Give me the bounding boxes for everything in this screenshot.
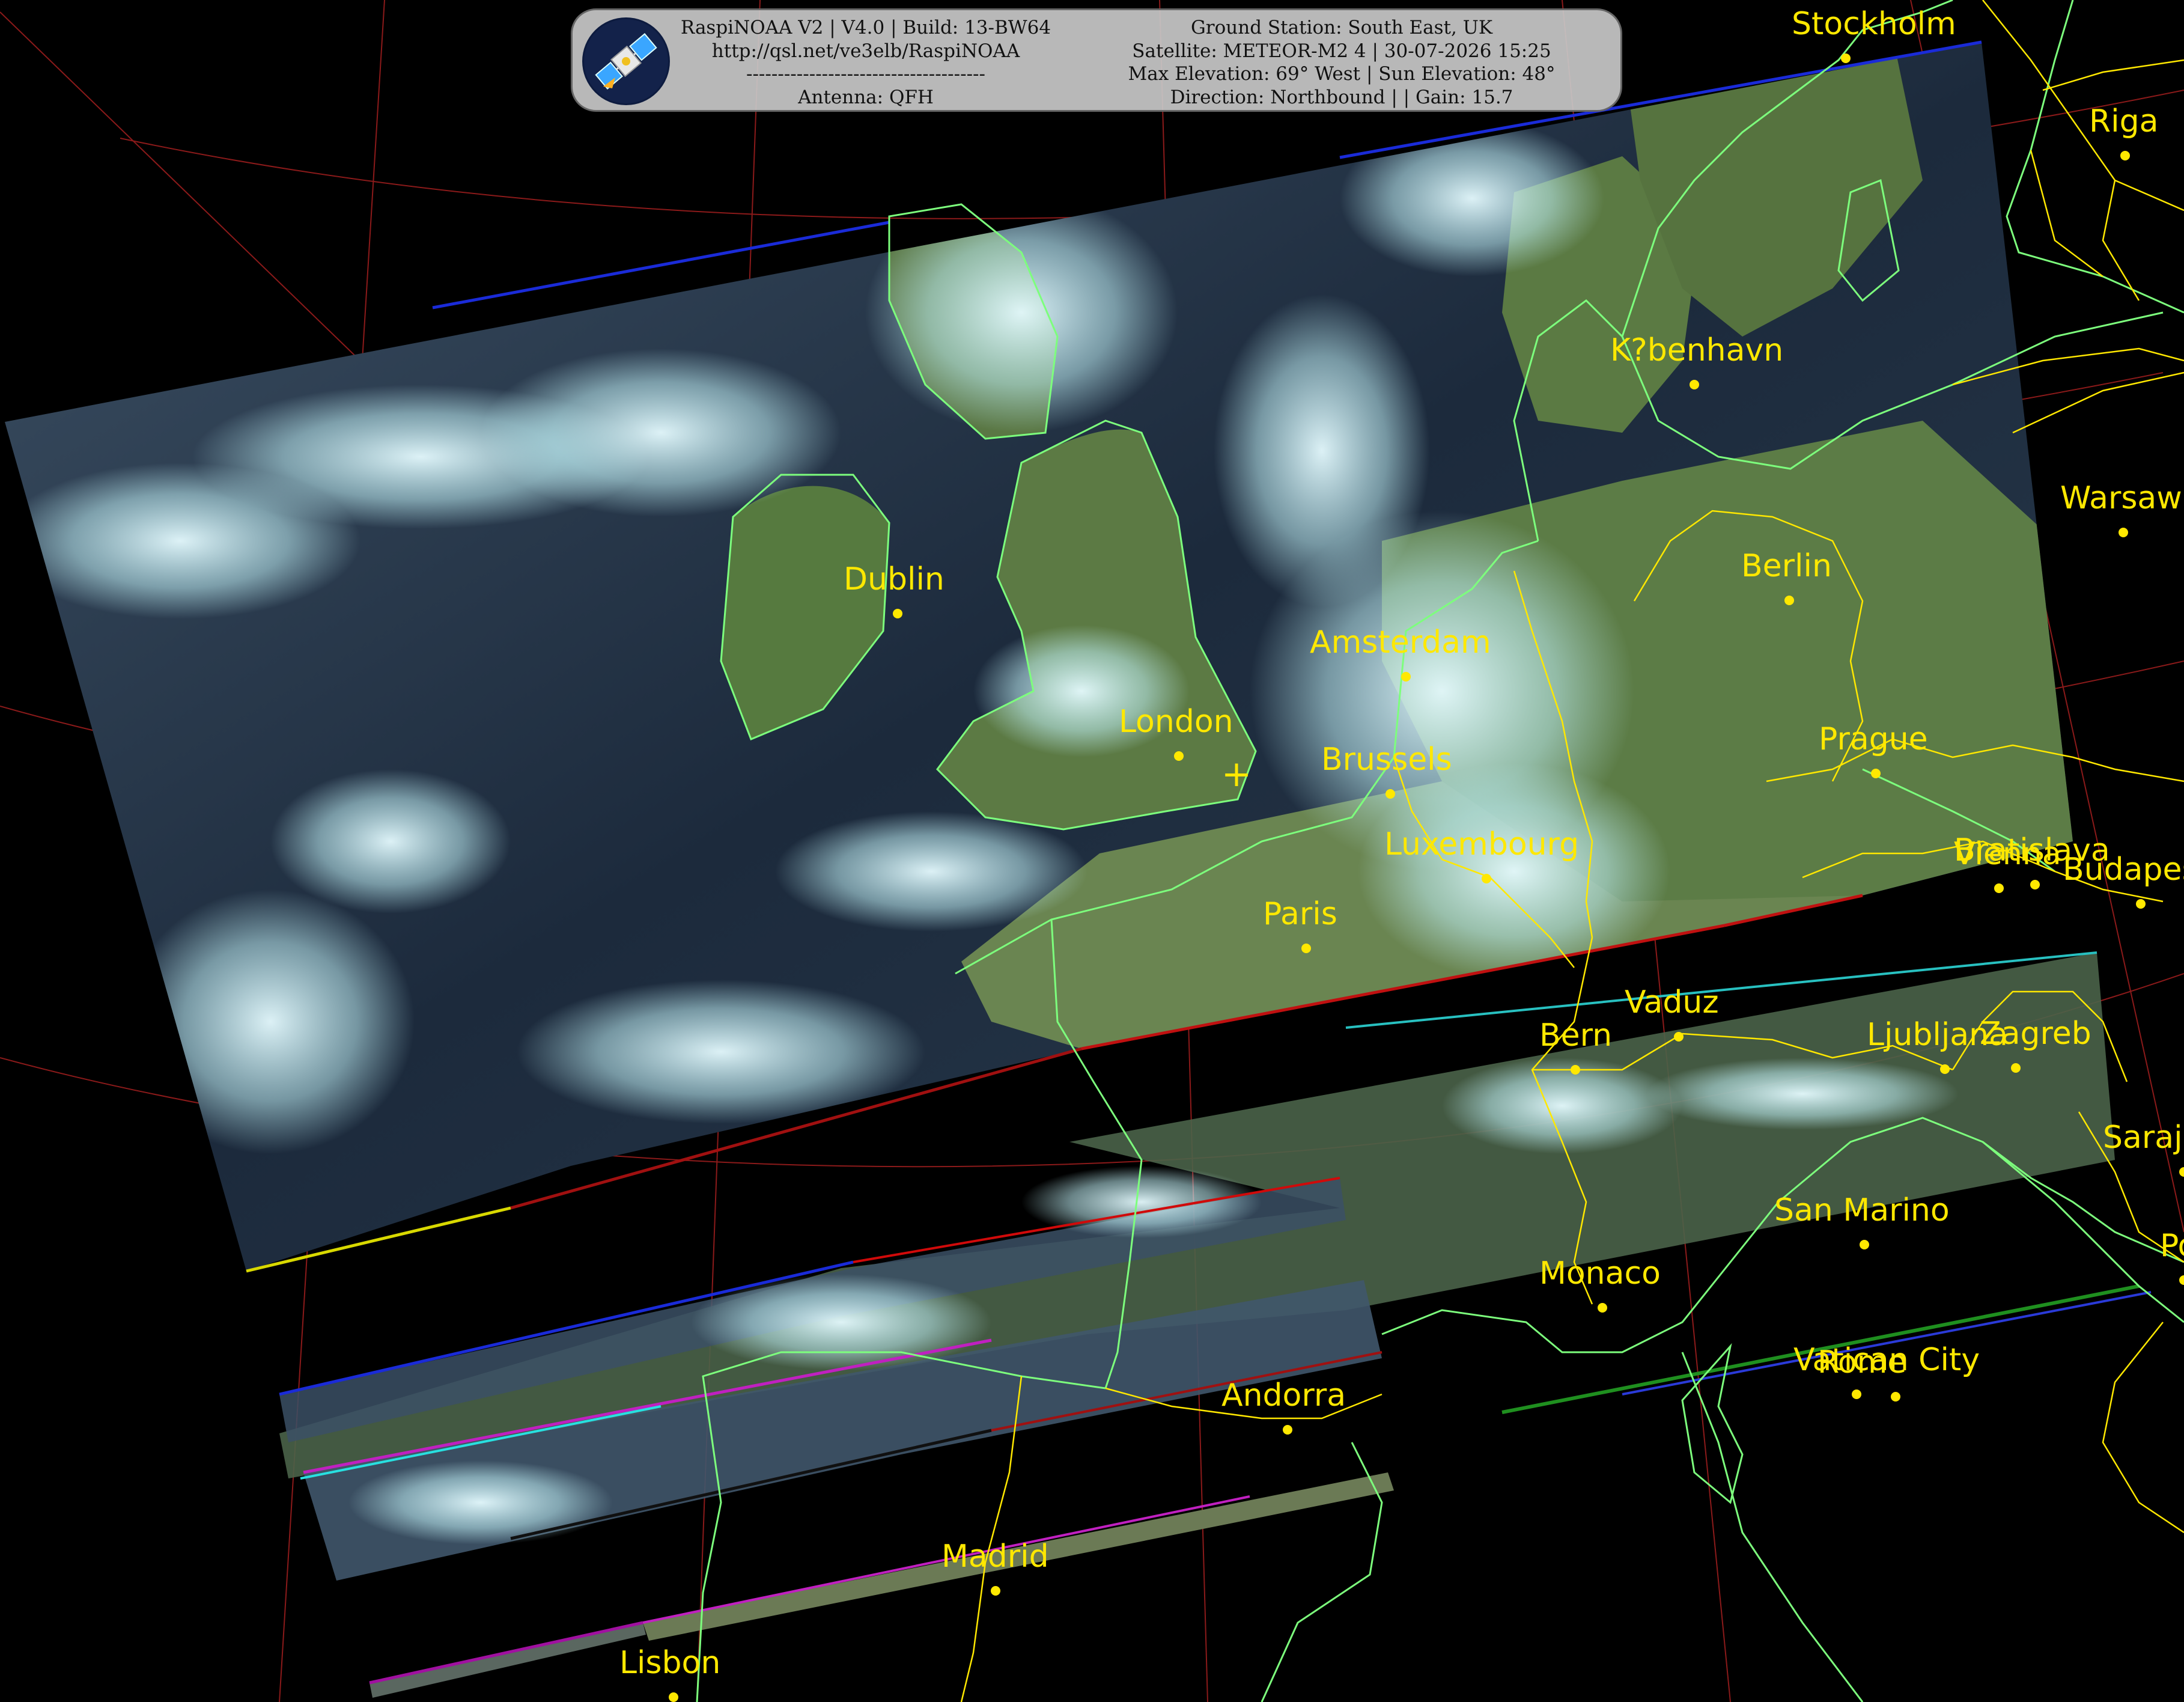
city-dot bbox=[1401, 672, 1411, 682]
header-right-column: Ground Station: South East, UK Satellite… bbox=[1101, 16, 1582, 109]
city-dot bbox=[991, 1586, 1000, 1596]
city-dot bbox=[2120, 151, 2130, 160]
city-label: Monaco bbox=[1539, 1255, 1661, 1292]
city-label: Podgorica bbox=[2160, 1228, 2184, 1264]
city-label: Riga bbox=[2089, 103, 2158, 139]
antenna-line: Antenna: QFH bbox=[798, 86, 934, 108]
city-label: Madrid bbox=[941, 1539, 1049, 1575]
city-dot bbox=[1852, 1389, 1861, 1399]
city-marker: Andorra bbox=[1221, 1377, 1346, 1435]
city-dot bbox=[2179, 1167, 2184, 1177]
city-dot bbox=[1674, 1032, 1684, 1042]
app-version-line: RaspiNOAA V2 | V4.0 | Build: 13-BW64 bbox=[680, 17, 1051, 38]
city-label: Andorra bbox=[1221, 1377, 1346, 1414]
city-marker: Monaco bbox=[1539, 1255, 1661, 1313]
city-dot bbox=[1871, 769, 1881, 778]
city-label: Berlin bbox=[1741, 548, 1832, 584]
city-dot bbox=[669, 1692, 678, 1702]
city-dot bbox=[1784, 596, 1794, 605]
separator-line: -------------------------------------- bbox=[746, 63, 986, 85]
city-label: Rome bbox=[1817, 1344, 1906, 1380]
city-dot bbox=[2136, 899, 2146, 909]
city-dot bbox=[1891, 1392, 1900, 1402]
satellite-line: Satellite: METEOR-M2 4 | 30-07-2026 15:2… bbox=[1132, 40, 1551, 62]
ground-station-line: Ground Station: South East, UK bbox=[1191, 17, 1492, 38]
city-dot bbox=[2011, 1063, 2021, 1073]
city-dot bbox=[893, 609, 902, 618]
city-label: Warsaw bbox=[2060, 480, 2182, 516]
city-label: Paris bbox=[1263, 896, 1337, 932]
city-marker: San Marino bbox=[1774, 1192, 1950, 1249]
satellite-map: + Stockholm Riga K?benhavn Warsaw Dublin Berl… bbox=[0, 0, 2184, 1702]
city-label: Sarajevo bbox=[2103, 1120, 2184, 1156]
city-marker: Riga bbox=[2089, 103, 2158, 160]
city-dot bbox=[1301, 944, 1311, 953]
city-label: Luxembourg bbox=[1384, 826, 1579, 862]
city-label: Prague bbox=[1819, 721, 1928, 757]
city-label: London bbox=[1119, 704, 1233, 740]
city-label: Budapest bbox=[2063, 852, 2184, 888]
header-left-column: RaspiNOAA V2 | V4.0 | Build: 13-BW64 htt… bbox=[680, 16, 1052, 109]
city-label: Vaduz bbox=[1625, 984, 1719, 1020]
city-dot bbox=[1386, 789, 1395, 799]
city-label: Bern bbox=[1539, 1017, 1612, 1054]
ground-station-marker: + bbox=[1221, 753, 1252, 795]
city-marker: Vienna bbox=[1954, 836, 2061, 893]
satellite-icon bbox=[582, 17, 670, 105]
city-marker: Rome bbox=[1817, 1344, 1906, 1402]
city-label: K?benhavn bbox=[1610, 332, 1783, 368]
city-dot bbox=[1690, 380, 1699, 389]
city-label: Dublin bbox=[844, 561, 944, 597]
city-label: San Marino bbox=[1774, 1192, 1950, 1228]
city-marker: Madrid bbox=[941, 1539, 1049, 1596]
city-label: Zagreb bbox=[1980, 1016, 2091, 1052]
city-marker: Warsaw bbox=[2060, 480, 2182, 537]
city-dot bbox=[1841, 53, 1851, 63]
pass-info-header: RaspiNOAA V2 | V4.0 | Build: 13-BW64 htt… bbox=[571, 8, 1622, 112]
city-marker: Sarajevo bbox=[2103, 1120, 2184, 1177]
city-dot bbox=[2030, 880, 2040, 889]
city-marker: Lisbon bbox=[619, 1645, 720, 1702]
city-label: Vienna bbox=[1954, 836, 2061, 872]
city-marker: Budapest bbox=[2063, 852, 2184, 909]
city-label: Stockholm bbox=[1792, 6, 1956, 42]
city-dot bbox=[1994, 883, 2004, 893]
city-dot bbox=[2179, 1275, 2184, 1285]
city-label: Brussels bbox=[1321, 742, 1452, 778]
city-dot bbox=[1283, 1425, 1292, 1435]
city-dot bbox=[2119, 528, 2128, 537]
city-dot bbox=[1482, 874, 1491, 883]
city-dot bbox=[1940, 1064, 1950, 1074]
city-marker: Podgorica bbox=[2160, 1228, 2184, 1285]
project-url-line: http://qsl.net/ve3elb/RaspiNOAA bbox=[711, 40, 1020, 62]
city-label: Amsterdam bbox=[1310, 624, 1491, 660]
city-dot bbox=[1860, 1240, 1869, 1249]
city-dot bbox=[1174, 751, 1184, 761]
city-label: Lisbon bbox=[619, 1645, 720, 1681]
city-dot bbox=[1598, 1303, 1607, 1313]
elevation-line: Max Elevation: 69° West | Sun Elevation:… bbox=[1128, 63, 1556, 85]
city-dot bbox=[1571, 1065, 1580, 1075]
direction-line: Direction: Northbound | | Gain: 15.7 bbox=[1170, 86, 1513, 108]
